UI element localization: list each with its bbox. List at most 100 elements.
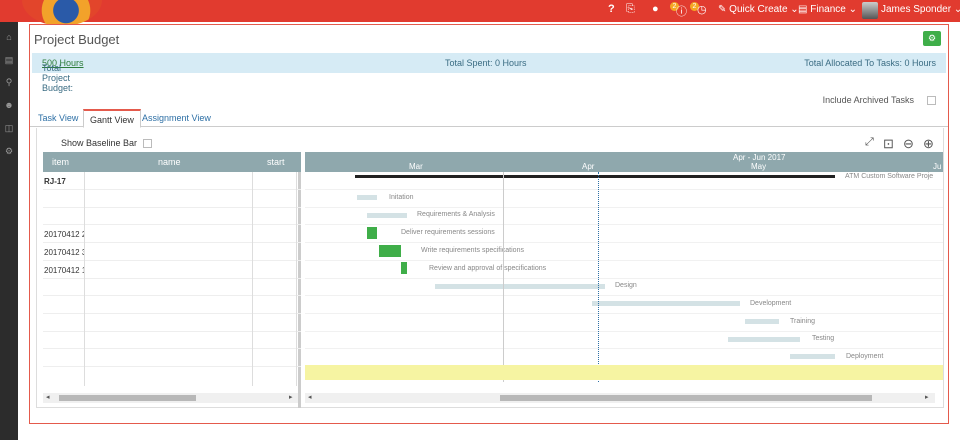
user-menu[interactable]: James Sponder ⌄ [881, 4, 960, 15]
table-row[interactable]: RJ-17−ATM Custom Software Project06/03/2… [43, 173, 301, 190]
clock-icon[interactable]: ◷ [697, 3, 707, 16]
row-item-id: 20170412 2 [44, 230, 84, 240]
gantt-timeline: Apr - Jun 2017 Mar Apr May Ju ATM Custom… [305, 152, 943, 408]
table-row[interactable]: +Training14/05/2017 19/0 [43, 315, 301, 332]
finance-label: Finance [810, 4, 846, 15]
grid-horizontal-scrollbar[interactable]: ◂ ▸ [43, 393, 298, 403]
zoom-in-icon[interactable]: ⊕ [923, 136, 934, 152]
table-row[interactable]: 20170412 1Review and approval of specifi… [43, 262, 301, 279]
timeline-range-label: Apr - Jun 2017 [733, 153, 786, 162]
task-bar[interactable] [357, 195, 377, 201]
task-bar[interactable] [728, 336, 800, 342]
quick-create-menu[interactable]: ✎ Quick Create ⌄ [718, 4, 799, 15]
home-icon[interactable]: ⌂ [3, 32, 15, 42]
task-bar[interactable] [367, 226, 377, 239]
month-label: May [751, 162, 767, 171]
table-row[interactable]: +Testing11/05/2017 23/0 [43, 332, 301, 350]
tab-assignment-view[interactable]: Assignment View [142, 113, 211, 123]
row-item-id: 20170412 1 [44, 265, 84, 275]
task-bar-label: Deployment [846, 353, 884, 360]
task-bar[interactable] [401, 262, 407, 275]
table-row[interactable]: +Initation06/03/2017 09/0 [43, 191, 301, 208]
task-bar[interactable] [592, 301, 740, 307]
show-baseline-label: Show Baseline Bar [61, 138, 138, 148]
table-row[interactable]: −Requirements & Analysis08/03/2017 14/0 [43, 208, 301, 226]
timeline-row: Review and approval of specifications [305, 262, 943, 279]
col-header-start[interactable]: start [267, 157, 285, 167]
timeline-row: Development [305, 297, 943, 314]
task-bar[interactable] [435, 283, 605, 289]
settings-icon[interactable]: ⚙ [3, 146, 15, 156]
grid-divider [296, 172, 297, 386]
task-bar-label: Development [750, 299, 792, 307]
include-archived-label: Include Archived Tasks [822, 95, 914, 105]
timeline-row: Requirements & Analysis [305, 208, 943, 226]
col-header-item[interactable]: item [52, 157, 69, 167]
timeline-horizontal-scrollbar[interactable]: ◂ ▸ [305, 393, 935, 403]
clipboard-icon[interactable]: ⎘ [626, 3, 635, 16]
scroll-right-arrow[interactable]: ▸ [925, 393, 929, 403]
scroll-right-arrow[interactable]: ▸ [289, 393, 293, 403]
timeline-row: ATM Custom Software Proje [305, 173, 943, 190]
app-logo[interactable] [22, 0, 102, 26]
page-title: Project Budget [34, 32, 120, 47]
task-bar-label: Requirements & Analysis [417, 211, 495, 219]
task-bar-label: Deliver requirements sessions [401, 229, 495, 237]
help-icon[interactable]: ? [608, 3, 615, 15]
row-item-id: RJ-17 [44, 177, 66, 186]
task-bar-label: Testing [812, 335, 835, 343]
finance-menu[interactable]: ▤ Finance ⌄ [798, 4, 857, 15]
tab-gantt-view[interactable]: Gantt View [83, 109, 141, 128]
table-row[interactable]: 20170412 2Deliver requirements sessions0… [43, 226, 301, 244]
timeline-row: Testing [305, 332, 943, 350]
task-bar[interactable] [745, 318, 779, 324]
month-label: Apr [582, 162, 595, 171]
grid-scroll-thumb[interactable] [59, 395, 196, 401]
task-bar-label: Training [790, 317, 816, 325]
gantt-task-grid: item name start RJ-17−ATM Custom Softwar… [43, 152, 301, 408]
table-row[interactable]: 20170412 3Write requirements specificati… [43, 244, 301, 261]
list-icon[interactable]: ▤ [3, 55, 15, 65]
total-allocated: Total Allocated To Tasks: 0 Hours [804, 58, 936, 68]
user-avatar[interactable] [862, 2, 878, 19]
timeline-row: Deliver requirements sessions [305, 226, 943, 244]
scroll-left-arrow[interactable]: ◂ [46, 393, 50, 403]
table-row[interactable]: +Development17/04/2017 12/0 [43, 297, 301, 314]
info-icon[interactable]: ⓘ [676, 3, 687, 19]
task-bar[interactable] [367, 212, 407, 218]
tab-task-view[interactable]: Task View [38, 113, 78, 123]
timeline-scroll-thumb[interactable] [500, 395, 872, 401]
grid-divider [252, 172, 253, 386]
show-baseline-checkbox[interactable] [143, 139, 152, 148]
task-bar[interactable] [355, 175, 835, 179]
project-budget-panel: Project Budget ⚙ Total Project Budget: 5… [29, 24, 949, 424]
quick-create-label: Quick Create [729, 4, 788, 15]
table-row[interactable]: +Deployment22/05/2017 29/0 [43, 350, 301, 367]
today-highlight-row [305, 365, 943, 380]
fullscreen-icon[interactable]: ⤢ [865, 136, 874, 149]
pin-icon[interactable]: ⚲ [3, 77, 15, 87]
budget-summary-bar: Total Project Budget: 500 Hours Total Sp… [32, 53, 946, 93]
chat-icon[interactable]: ● [652, 3, 659, 15]
gantt-container: Show Baseline Bar ⤢ ⊡ ⊖ ⊕ item name star… [36, 128, 944, 408]
settings-button[interactable]: ⚙ [923, 31, 941, 46]
scroll-left-arrow[interactable]: ◂ [308, 393, 312, 403]
task-bar[interactable] [379, 244, 401, 257]
month-gridline [503, 172, 504, 382]
col-header-name[interactable]: name [158, 157, 181, 167]
grid-header: item name start [43, 152, 301, 172]
layout-icon[interactable]: ◫ [3, 123, 15, 133]
task-bar[interactable] [790, 354, 835, 360]
include-archived-checkbox[interactable] [927, 96, 936, 105]
gears-icon: ⚙ [927, 33, 937, 43]
export-icon[interactable]: ⊡ [883, 136, 894, 152]
table-row[interactable]: +Design20/03/2017 18/0 [43, 279, 301, 297]
user-name: James Sponder [881, 4, 952, 15]
row-item-id: 20170412 3 [44, 247, 84, 257]
user-icon[interactable]: ☻ [3, 100, 15, 110]
timeline-row: Training [305, 315, 943, 332]
task-bar-label: Design [615, 282, 637, 290]
zoom-out-icon[interactable]: ⊖ [903, 136, 914, 152]
view-tabs: Task View Gantt View Assignment View [30, 109, 948, 128]
task-bar-label: Review and approval of specifications [429, 264, 547, 272]
